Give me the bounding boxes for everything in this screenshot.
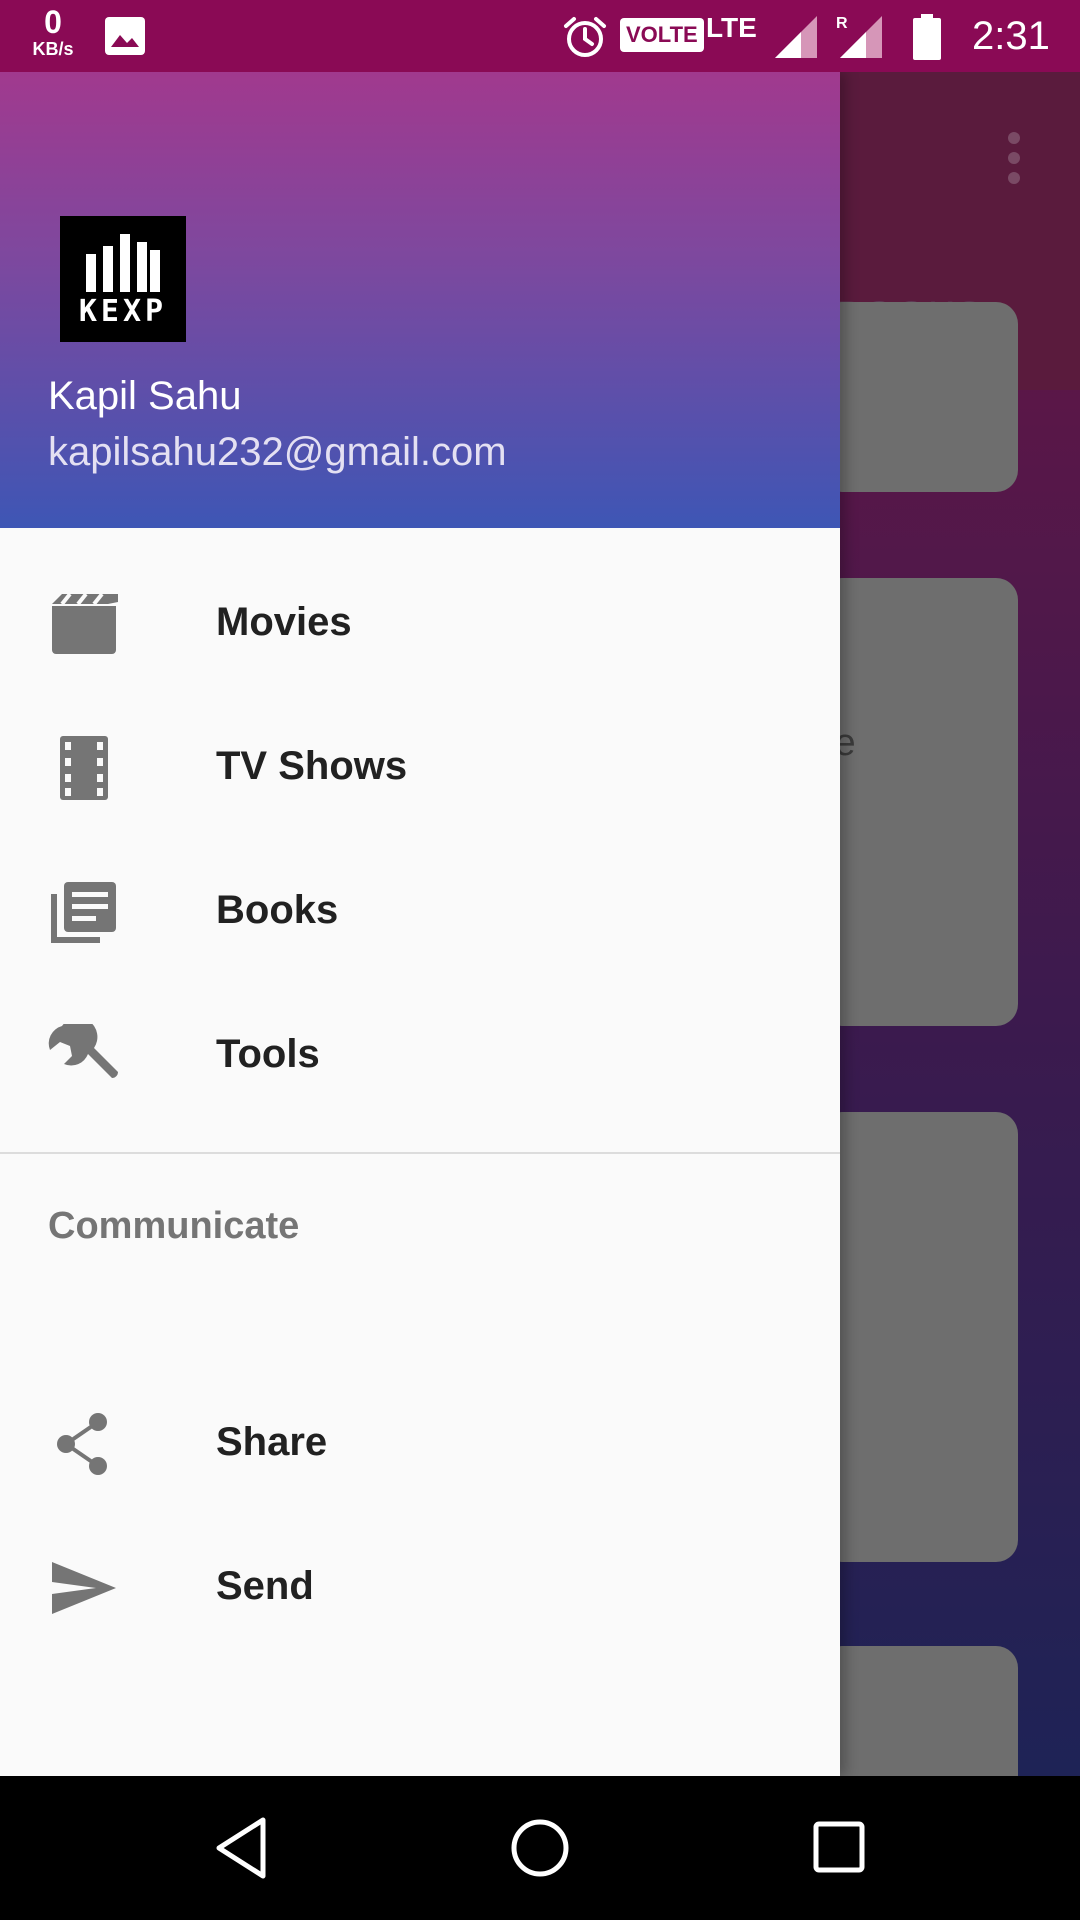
drawer-item-share[interactable]: Share	[0, 1372, 840, 1516]
drawer-item-books[interactable]: Books	[0, 840, 840, 984]
drawer-item-tv-shows[interactable]: TV Shows	[0, 696, 840, 840]
movie-icon	[52, 592, 118, 654]
user-name: Kapil Sahu	[48, 374, 242, 418]
drawer-divider	[0, 1152, 840, 1154]
logo-text: KEXP	[78, 294, 168, 329]
drawer-item-label: Tools	[216, 1032, 320, 1076]
drawer-item-label: Send	[216, 1564, 314, 1608]
drawer-item-label: TV Shows	[216, 744, 408, 788]
network-type: LTE	[706, 12, 757, 43]
home-icon[interactable]	[510, 1816, 570, 1880]
drawer-item-label: Books	[216, 888, 339, 932]
clock: 2:31	[972, 14, 1050, 58]
battery-icon	[913, 14, 941, 60]
wrench-icon	[48, 1024, 118, 1078]
alarm-icon	[564, 17, 606, 57]
signal-roaming-icon: R	[836, 15, 882, 58]
film-icon	[60, 736, 108, 800]
content-card[interactable]	[820, 578, 1018, 1026]
back-icon[interactable]	[213, 1816, 269, 1880]
drawer-item-tools[interactable]: Tools	[0, 984, 840, 1128]
app-logo: KEXP	[60, 216, 186, 342]
content-card[interactable]	[820, 1112, 1018, 1562]
section-title-communicate: Communicate	[48, 1205, 300, 1247]
volte-badge: VOLTE	[620, 18, 704, 52]
network-speed-unit: KB/s	[32, 39, 74, 59]
network-speed: 0 KB/s	[28, 6, 78, 58]
recents-icon[interactable]	[812, 1820, 868, 1876]
status-bar: 0 KB/s VOLTE LTE R 2:31	[0, 0, 1080, 72]
signal-strength-icon	[775, 16, 817, 58]
content-card[interactable]	[820, 302, 1018, 492]
share-icon	[57, 1413, 107, 1475]
drawer-item-movies[interactable]: Movies	[0, 552, 840, 696]
network-speed-value: 0	[44, 4, 62, 40]
drawer-item-label: Share	[216, 1420, 328, 1464]
send-icon	[52, 1562, 116, 1614]
roaming-indicator: R	[836, 15, 848, 32]
navigation-drawer: KEXP Kapil Sahu kapilsahu232@gmail.com M…	[0, 72, 840, 1776]
user-email: kapilsahu232@gmail.com	[48, 430, 507, 474]
library-books-icon	[51, 882, 116, 943]
drawer-item-send[interactable]: Send	[0, 1516, 840, 1660]
system-nav-bar	[0, 1776, 1080, 1920]
overflow-menu-icon[interactable]	[1000, 130, 1028, 186]
logo-bars-icon	[86, 234, 160, 292]
drawer-header: KEXP Kapil Sahu kapilsahu232@gmail.com	[0, 72, 840, 528]
image-notification-icon	[105, 17, 145, 55]
drawer-item-label: Movies	[216, 600, 352, 644]
